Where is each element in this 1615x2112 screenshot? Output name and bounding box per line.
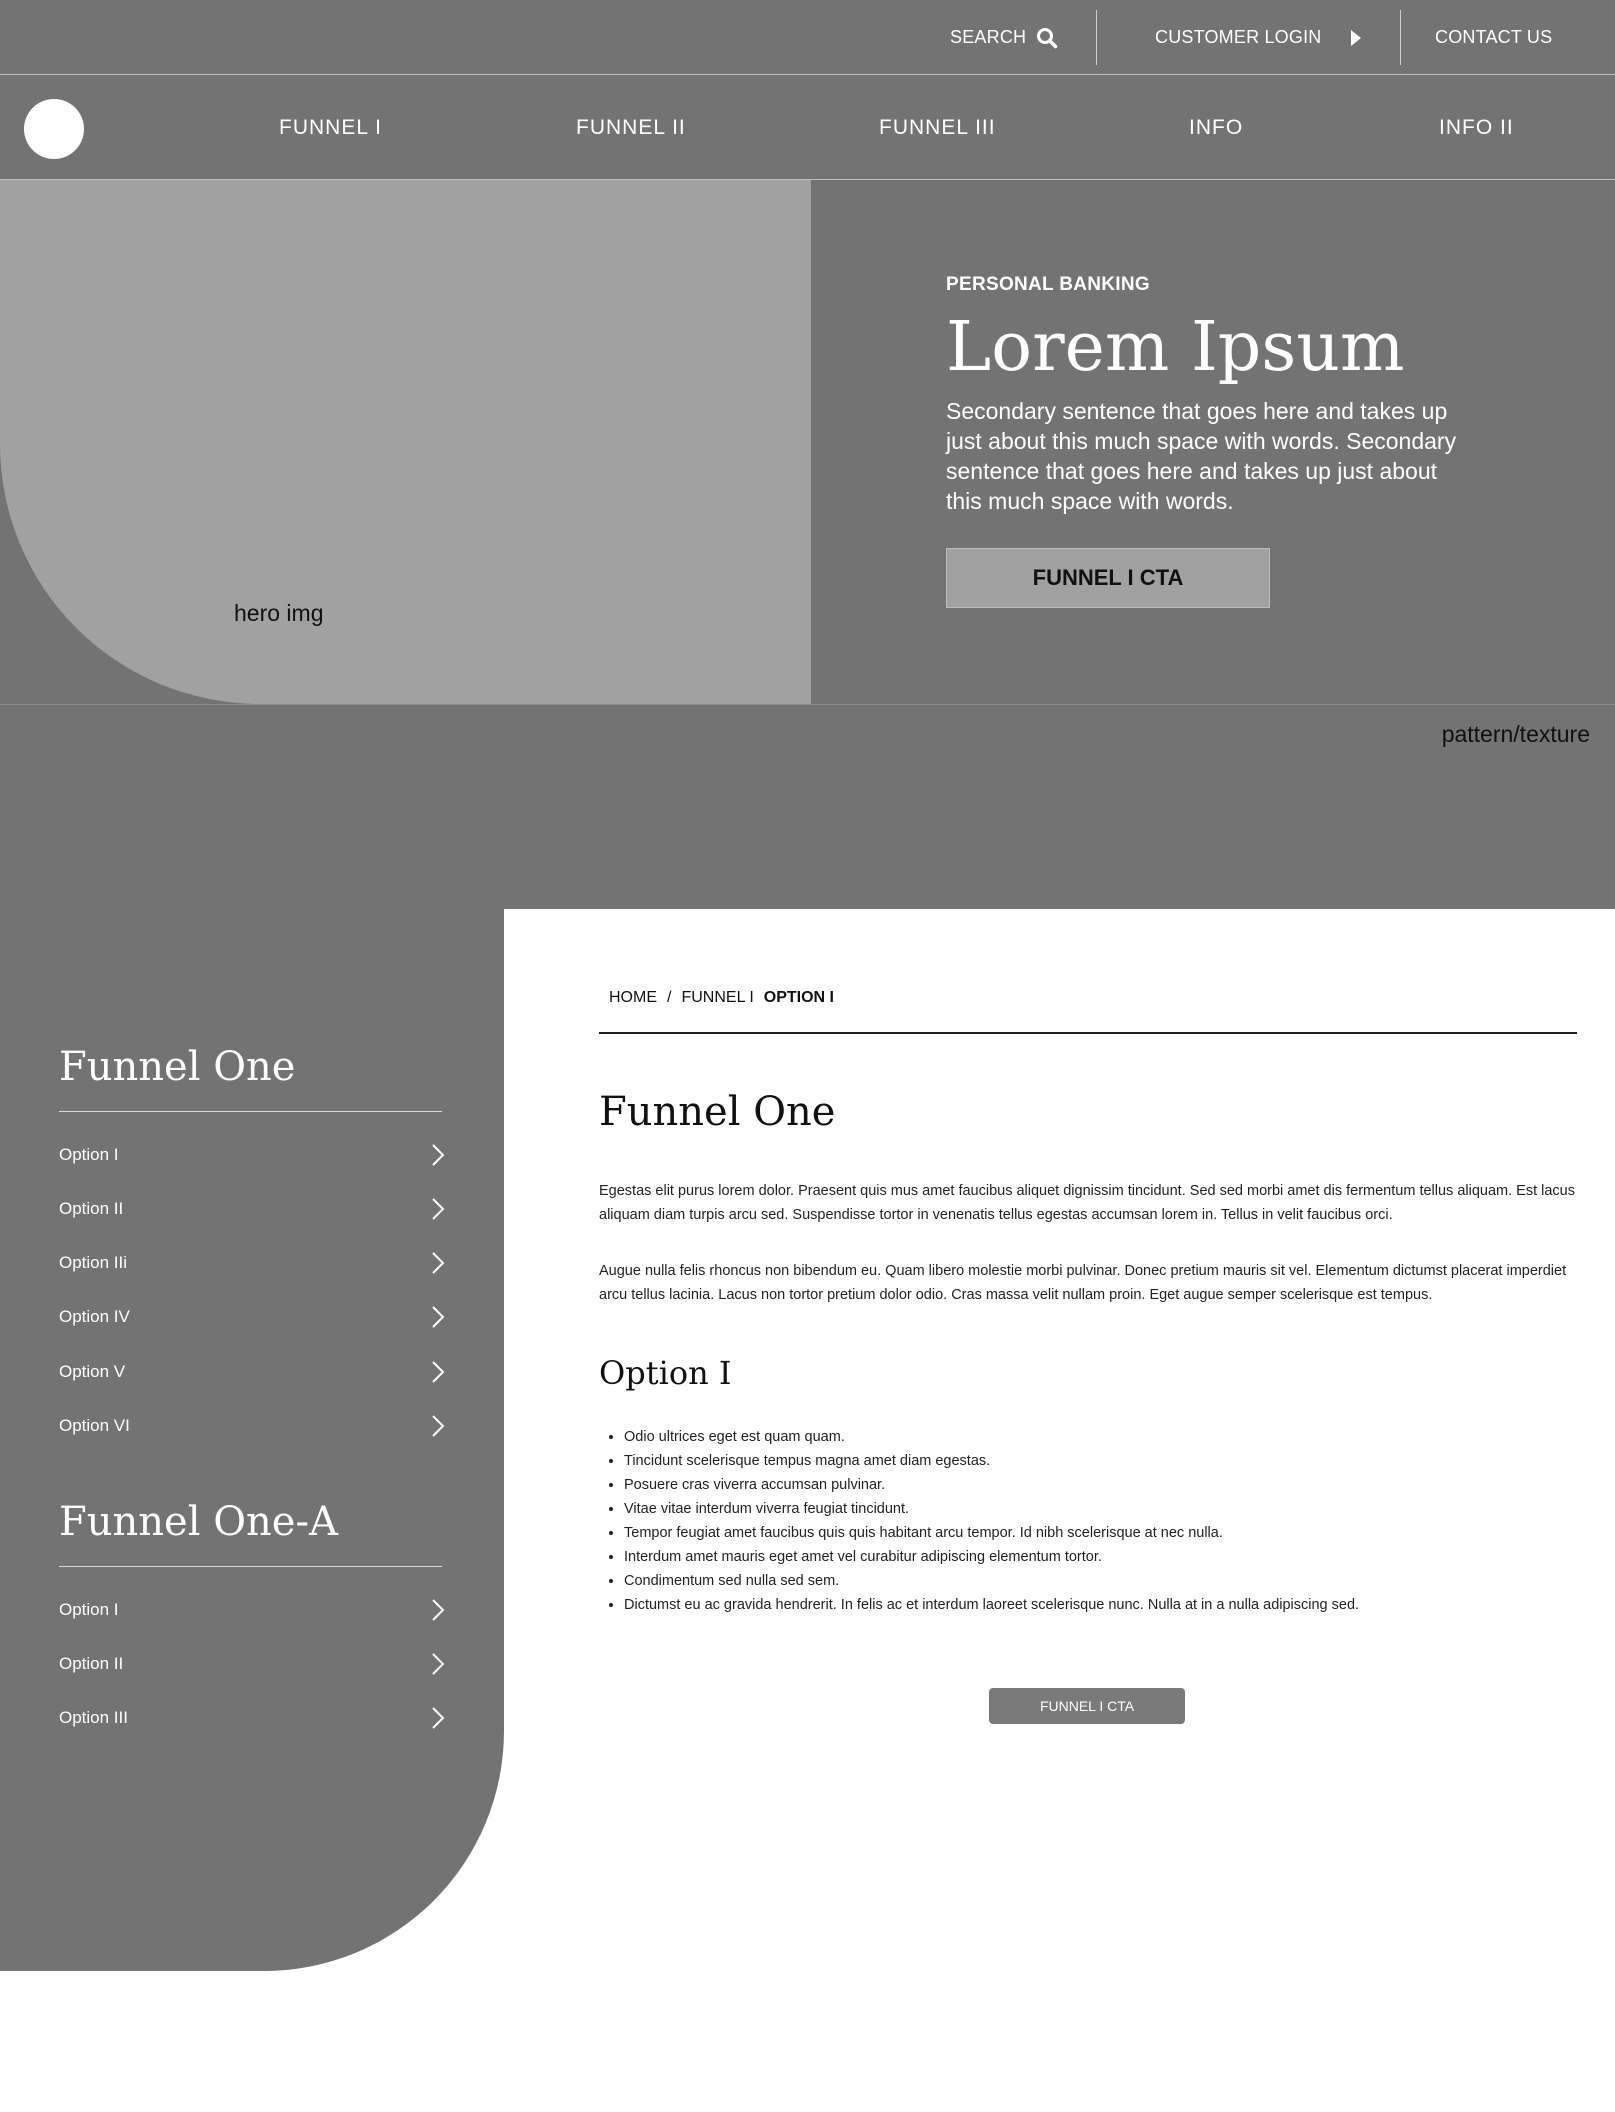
hero-cta-button[interactable]: FUNNEL I CTA [946, 548, 1270, 608]
search-icon [1037, 27, 1058, 48]
list-item: Interdum amet mauris eget amet vel curab… [624, 1545, 1584, 1569]
nav-info-2[interactable]: INFO II [1439, 75, 1514, 180]
sidebar-divider [59, 1566, 442, 1567]
content-cta-button[interactable]: FUNNEL I CTA [989, 1688, 1185, 1724]
chevron-right-icon [432, 1198, 445, 1220]
bullet-list: Odio ultrices eget est quam quam. Tincid… [624, 1425, 1584, 1617]
utility-bar: SEARCH CUSTOMER LOGIN CONTACT US [0, 0, 1615, 75]
breadcrumb-divider [599, 1032, 1577, 1034]
sidebar-item-label: Option II [59, 1654, 124, 1673]
sidebar-item[interactable]: Option IV [59, 1297, 445, 1337]
breadcrumb: HOME / FUNNEL I OPTION I [609, 989, 834, 1007]
hero-kicker: PERSONAL BANKING [946, 274, 1150, 295]
sidebar-item-label: Option I [59, 1145, 119, 1164]
sidebar-item[interactable]: Option IIi [59, 1243, 445, 1283]
hero: hero img PERSONAL BANKING Lorem Ipsum Se… [0, 180, 1615, 704]
list-item: Condimentum sed nulla sed sem. [624, 1569, 1584, 1593]
nav-funnel-3[interactable]: FUNNEL III [879, 75, 996, 180]
list-item: Posuere cras viverra accumsan pulvinar. [624, 1473, 1584, 1497]
sidebar-item-label: Option II [59, 1199, 124, 1218]
chevron-right-icon [432, 1599, 445, 1621]
hero-subtitle: Secondary sentence that goes here and ta… [946, 398, 1457, 514]
contact-us-label: CONTACT US [1435, 27, 1553, 47]
main-content: HOME / FUNNEL I OPTION I Funnel One Eges… [504, 909, 1615, 1971]
sidebar: Funnel One Option I Option II Option IIi… [0, 909, 504, 1971]
hero-title: Lorem Ipsum [946, 308, 1405, 387]
nav-funnel-2[interactable]: FUNNEL II [576, 75, 686, 180]
hero-content: PERSONAL BANKING Lorem Ipsum Secondary s… [946, 274, 1466, 516]
hero-image-label: hero img [234, 600, 324, 626]
page-title: Funnel One [599, 1089, 836, 1135]
breadcrumb-parent[interactable]: FUNNEL I [681, 989, 753, 1007]
sidebar-item-label: Option IIi [59, 1253, 128, 1272]
list-item: Odio ultrices eget est quam quam. [624, 1425, 1584, 1449]
section-title: Option I [599, 1354, 732, 1392]
sidebar-item[interactable]: Option V [59, 1352, 445, 1392]
chevron-right-icon [432, 1361, 445, 1383]
chevron-right-icon [432, 1144, 445, 1166]
sidebar-item[interactable]: Option I [59, 1590, 445, 1630]
search-link[interactable]: SEARCH [950, 0, 1058, 75]
sidebar-heading: Funnel One [59, 1044, 296, 1090]
pattern-band: pattern/texture [0, 704, 1615, 909]
sidebar-divider [59, 1111, 442, 1112]
nav-funnel-1[interactable]: FUNNEL I [279, 75, 382, 180]
chevron-right-icon [432, 1653, 445, 1675]
customer-login-label: CUSTOMER LOGIN [1155, 27, 1322, 47]
sidebar-item-label: Option VI [59, 1416, 130, 1435]
sidebar-item[interactable]: Option III [59, 1698, 445, 1738]
sidebar-item[interactable]: Option II [59, 1644, 445, 1684]
sidebar-item-label: Option IV [59, 1307, 130, 1326]
chevron-right-icon [432, 1415, 445, 1437]
breadcrumb-separator: / [667, 989, 672, 1006]
pattern-label: pattern/texture [1441, 721, 1590, 747]
customer-login-link[interactable]: CUSTOMER LOGIN [1155, 0, 1364, 75]
caret-right-icon [1350, 29, 1361, 46]
list-item: Tempor feugiat amet faucibus quis quis h… [624, 1521, 1584, 1545]
contact-us-link[interactable]: CONTACT US [1435, 0, 1552, 75]
sidebar-item-label: Option I [59, 1600, 119, 1619]
chevron-right-icon [432, 1707, 445, 1729]
sidebar-item-label: Option III [59, 1708, 128, 1727]
body-paragraph: Egestas elit purus lorem dolor. Praesent… [599, 1183, 1575, 1223]
main-nav: FUNNEL I FUNNEL II FUNNEL III INFO INFO … [0, 75, 1615, 180]
breadcrumb-home[interactable]: HOME [609, 989, 657, 1007]
nav-info[interactable]: INFO [1189, 75, 1243, 180]
list-item: Vitae vitae interdum viverra feugiat tin… [624, 1497, 1584, 1521]
utility-divider [1400, 10, 1401, 65]
sidebar-item[interactable]: Option I [59, 1135, 445, 1175]
logo[interactable] [24, 99, 84, 159]
utility-divider [1096, 10, 1097, 65]
body-paragraph: Augue nulla felis rhoncus non bibendum e… [599, 1263, 1567, 1303]
list-item: Dictumst eu ac gravida hendrerit. In fel… [624, 1593, 1584, 1617]
sidebar-item[interactable]: Option II [59, 1189, 445, 1229]
chevron-right-icon [432, 1306, 445, 1328]
sidebar-item-label: Option V [59, 1362, 126, 1381]
breadcrumb-current: OPTION I [763, 989, 834, 1006]
sidebar-heading: Funnel One-A [59, 1499, 338, 1545]
search-label: SEARCH [950, 27, 1027, 47]
hero-image: hero img [0, 180, 811, 704]
sidebar-item[interactable]: Option VI [59, 1406, 445, 1446]
chevron-right-icon [432, 1252, 445, 1274]
list-item: Tincidunt scelerisque tempus magna amet … [624, 1449, 1584, 1473]
